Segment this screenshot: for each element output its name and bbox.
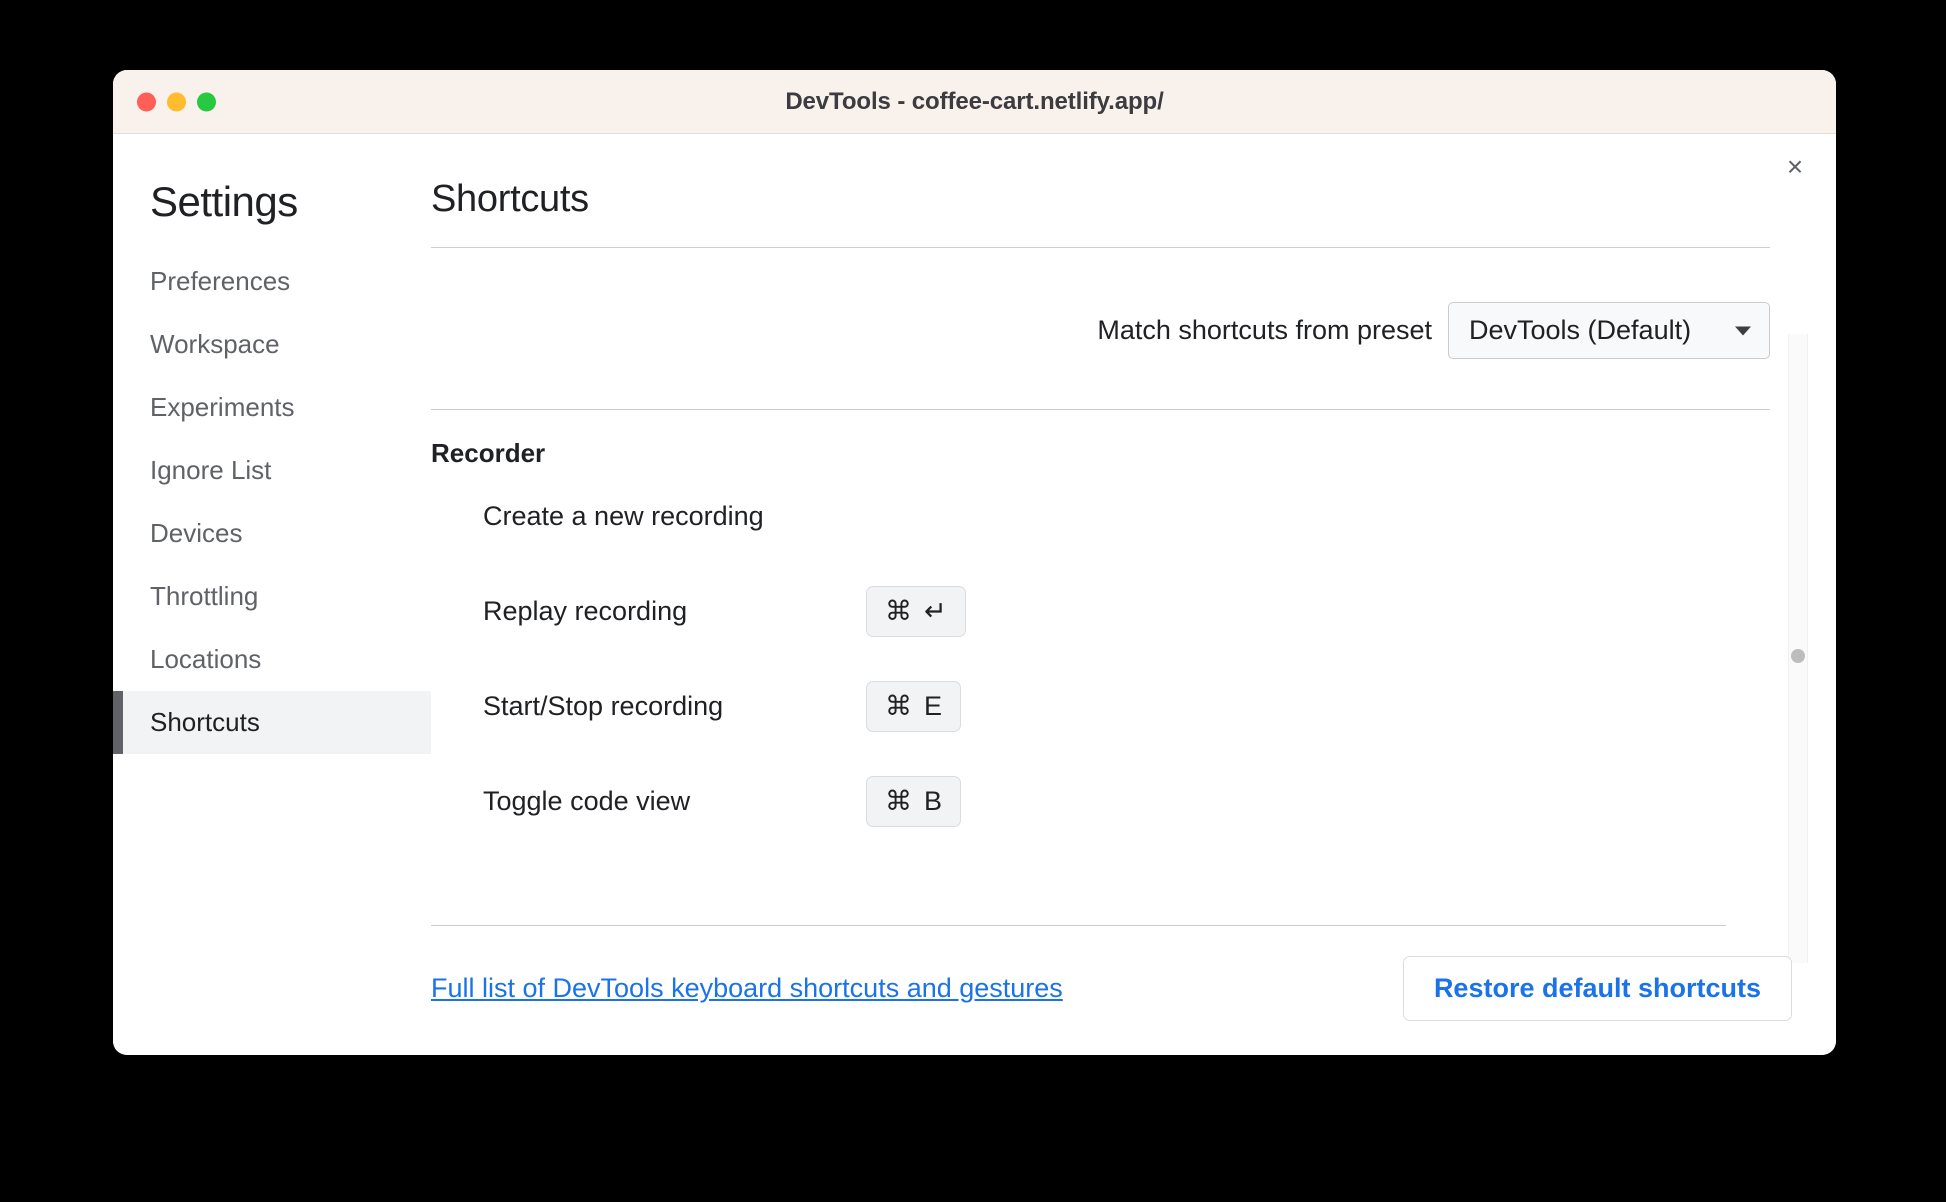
preset-label: Match shortcuts from preset — [1097, 315, 1432, 345]
key-command-icon: ⌘ — [885, 785, 912, 816]
settings-sidebar: Settings Preferences Workspace Experimen… — [113, 134, 431, 1055]
minimize-window-button[interactable] — [167, 92, 186, 111]
chevron-down-icon — [1735, 326, 1751, 335]
shortcut-label: Start/Stop recording — [483, 691, 724, 721]
settings-layout: Settings Preferences Workspace Experimen… — [113, 134, 1836, 1055]
preset-selected-value: DevTools (Default) — [1469, 315, 1692, 345]
key-enter-icon: ↵ — [924, 595, 947, 626]
shortcut-row[interactable]: Create a new recording — [431, 469, 1770, 564]
shortcut-keys: ⌘ B — [866, 775, 962, 828]
shortcut-row[interactable]: Start/Stop recording ⌘ E — [431, 659, 1770, 754]
sidebar-title: Settings — [150, 178, 298, 225]
sidebar-item-ignore-list[interactable]: Ignore List — [113, 439, 431, 502]
shortcut-label: Toggle code view — [483, 786, 691, 816]
key-letter: B — [924, 785, 943, 816]
close-window-button[interactable] — [137, 92, 156, 111]
key-command-icon: ⌘ — [885, 690, 912, 721]
sidebar-item-throttling[interactable]: Throttling — [113, 565, 431, 628]
sidebar-item-workspace[interactable]: Workspace — [113, 313, 431, 376]
shortcut-keys: ⌘ ↵ — [866, 585, 966, 638]
preset-row: Match shortcuts from preset DevTools (De… — [431, 248, 1770, 409]
shortcut-row[interactable]: Replay recording ⌘ ↵ — [431, 564, 1770, 659]
traffic-lights — [137, 92, 216, 111]
section-divider-top — [431, 409, 1770, 410]
sidebar-item-devices[interactable]: Devices — [113, 502, 431, 565]
key-chip[interactable]: ⌘ E — [866, 680, 962, 733]
settings-footer: Full list of DevTools keyboard shortcuts… — [431, 925, 1836, 1055]
content-inner: Shortcuts Match shortcuts from preset De… — [431, 178, 1836, 849]
sidebar-item-locations[interactable]: Locations — [113, 628, 431, 691]
window-title: DevTools - coffee-cart.netlify.app/ — [785, 87, 1164, 115]
key-chip[interactable]: ⌘ ↵ — [866, 585, 966, 638]
page-title: Shortcuts — [431, 178, 589, 220]
content-scrollbar[interactable] — [1788, 334, 1808, 963]
devtools-window: DevTools - coffee-cart.netlify.app/ × Se… — [113, 70, 1836, 1055]
settings-content: Shortcuts Match shortcuts from preset De… — [431, 134, 1836, 1055]
key-chip[interactable]: ⌘ B — [866, 775, 962, 828]
scrollbar-thumb[interactable] — [1791, 648, 1805, 663]
sidebar-item-experiments[interactable]: Experiments — [113, 376, 431, 439]
shortcut-label: Replay recording — [483, 596, 688, 626]
maximize-window-button[interactable] — [197, 92, 216, 111]
shortcut-row[interactable]: Toggle code view ⌘ B — [431, 754, 1770, 849]
restore-default-shortcuts-button[interactable]: Restore default shortcuts — [1402, 956, 1792, 1021]
section-title-recorder: Recorder — [431, 438, 546, 468]
window-titlebar: DevTools - coffee-cart.netlify.app/ — [113, 70, 1836, 134]
shortcut-keys: ⌘ E — [866, 680, 962, 733]
window-body: × Settings Preferences Workspace Experim… — [113, 134, 1836, 1055]
footer-inner: Full list of DevTools keyboard shortcuts… — [431, 926, 1792, 1055]
sidebar-item-preferences[interactable]: Preferences — [113, 250, 431, 313]
key-letter: E — [924, 690, 943, 721]
full-shortcuts-list-link[interactable]: Full list of DevTools keyboard shortcuts… — [431, 973, 1063, 1004]
shortcut-label: Create a new recording — [483, 501, 764, 531]
sidebar-item-shortcuts[interactable]: Shortcuts — [113, 691, 431, 754]
key-command-icon: ⌘ — [885, 595, 912, 626]
preset-select[interactable]: DevTools (Default) — [1448, 302, 1770, 359]
